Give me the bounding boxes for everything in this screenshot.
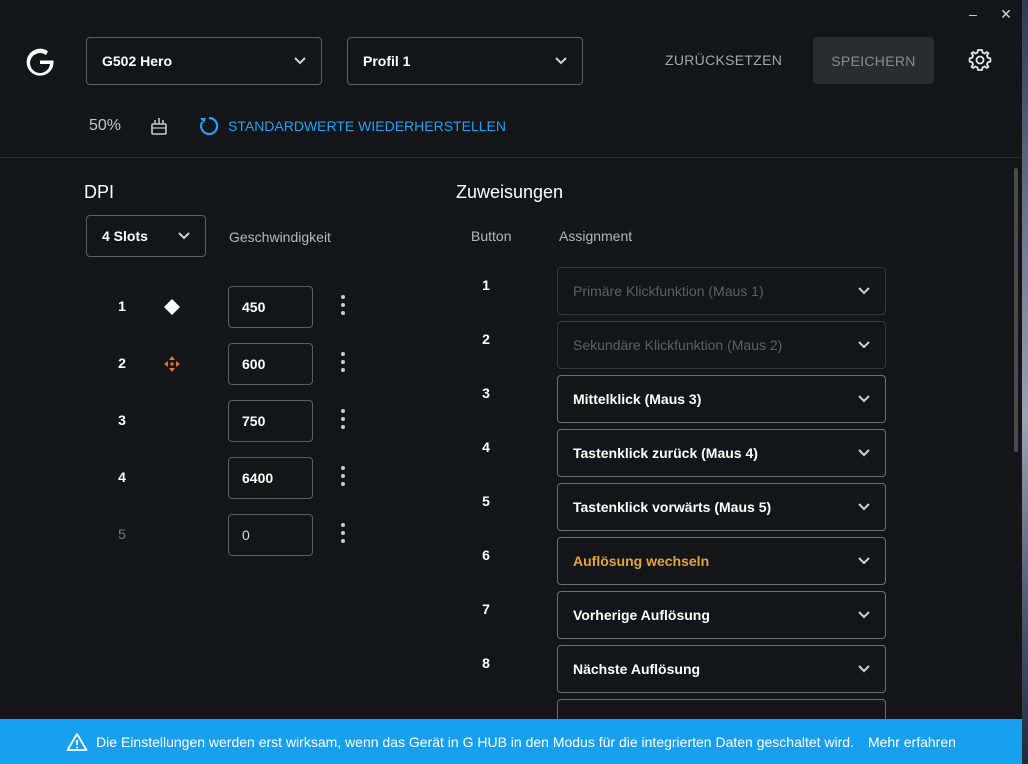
button-number: 4 bbox=[482, 439, 490, 455]
assignment-label: Primäre Klickfunktion (Maus 1) bbox=[573, 283, 764, 299]
ghub-window: – ✕ G502 Hero Profil 1 ZURÜCKSETZEN SPEI… bbox=[0, 0, 1022, 764]
assignment-label: Tastenklick vorwärts (Maus 5) bbox=[573, 499, 772, 515]
assignment-row: 1 Primäre Klickfunktion (Maus 1) bbox=[470, 267, 890, 315]
assignment-label: Sekundäre Klickfunktion (Maus 2) bbox=[573, 337, 783, 353]
assignment-select[interactable]: Sekundäre Klickfunktion (Maus 2) bbox=[557, 321, 886, 369]
learn-more-link[interactable]: Mehr erfahren bbox=[868, 734, 956, 750]
dpi-slot-row: 4 6400 bbox=[0, 457, 400, 499]
dpi-value-input[interactable]: 0 bbox=[228, 514, 313, 556]
more-options-icon[interactable] bbox=[339, 466, 347, 490]
chevron-down-icon bbox=[178, 232, 190, 240]
chevron-down-icon bbox=[858, 341, 870, 349]
assignment-label: Auflösung wechseln bbox=[573, 553, 710, 569]
profile-select-label: Profil 1 bbox=[363, 53, 411, 69]
assignment-label: Vorherige Auflösung bbox=[573, 607, 710, 623]
slot-number: 1 bbox=[118, 298, 126, 314]
save-button[interactable]: SPEICHERN bbox=[813, 37, 934, 84]
onboard-memory-icon[interactable] bbox=[150, 116, 168, 136]
more-options-icon[interactable] bbox=[339, 352, 347, 376]
assignment-select[interactable]: Tastenklick vorwärts (Maus 5) bbox=[557, 483, 886, 531]
chevron-down-icon bbox=[555, 57, 567, 65]
dpi-value-input[interactable]: 6400 bbox=[228, 457, 313, 499]
device-select-label: G502 Hero bbox=[102, 53, 173, 69]
logitech-g-logo-icon bbox=[26, 48, 54, 76]
gear-icon[interactable] bbox=[968, 48, 992, 72]
assignment-row: 4 Tastenklick zurück (Maus 4) bbox=[470, 429, 890, 477]
assignment-select[interactable]: Primäre Klickfunktion (Maus 1) bbox=[557, 267, 886, 315]
slot-count-select[interactable]: 4 Slots bbox=[86, 215, 206, 257]
slot-number: 5 bbox=[118, 526, 126, 542]
button-number: 6 bbox=[482, 547, 490, 563]
chevron-down-icon bbox=[858, 449, 870, 457]
dpi-slot-row: 1 450 bbox=[0, 286, 400, 328]
minimize-button[interactable]: – bbox=[963, 4, 983, 24]
close-button[interactable]: ✕ bbox=[996, 4, 1016, 24]
assignment-row: 7 Vorherige Auflösung bbox=[470, 591, 890, 639]
dpi-value-input[interactable]: 750 bbox=[228, 400, 313, 442]
device-select[interactable]: G502 Hero bbox=[86, 37, 322, 85]
desktop-background-edge bbox=[1022, 0, 1028, 764]
dpi-value-input[interactable]: 600 bbox=[228, 343, 313, 385]
assignment-row: 3 Mittelklick (Maus 3) bbox=[470, 375, 890, 423]
button-number: 1 bbox=[482, 277, 490, 293]
banner-message: Die Einstellungen werden erst wirksam, w… bbox=[96, 733, 854, 750]
info-banner: Die Einstellungen werden erst wirksam, w… bbox=[0, 719, 1022, 764]
slot-number: 3 bbox=[118, 412, 126, 428]
chevron-down-icon bbox=[858, 287, 870, 295]
button-column-header: Button bbox=[471, 228, 512, 244]
slot-count-label: 4 Slots bbox=[102, 228, 148, 244]
dpi-title: DPI bbox=[84, 182, 115, 202]
assignment-select[interactable]: Auflösung wechseln bbox=[557, 537, 886, 585]
assignment-label: Tastenklick zurück (Maus 4) bbox=[573, 445, 758, 461]
button-number: 2 bbox=[482, 331, 490, 347]
chevron-down-icon bbox=[858, 611, 870, 619]
button-number: 7 bbox=[482, 601, 490, 617]
dpi-shift-icon[interactable] bbox=[162, 354, 182, 374]
dpi-slot-row: 3 750 bbox=[0, 400, 400, 442]
button-number: 5 bbox=[482, 493, 490, 509]
restore-defaults-label: STANDARDWERTE WIEDERHERSTELLEN bbox=[228, 118, 506, 134]
more-options-icon[interactable] bbox=[339, 409, 347, 433]
chevron-down-icon bbox=[858, 665, 870, 673]
assignment-row: 5 Tastenklick vorwärts (Maus 5) bbox=[470, 483, 890, 531]
assignment-column-header: Assignment bbox=[559, 228, 633, 244]
diamond-icon[interactable] bbox=[162, 297, 182, 317]
speed-header: Geschwindigkeit bbox=[229, 229, 331, 245]
button-number: 8 bbox=[482, 655, 490, 671]
assignment-row: 6 Auflösung wechseln bbox=[470, 537, 890, 585]
assignment-select[interactable]: Tastenklick zurück (Maus 4) bbox=[557, 429, 886, 477]
assignment-select[interactable]: Nächste Auflösung bbox=[557, 645, 886, 693]
assignment-row: 2 Sekundäre Klickfunktion (Maus 2) bbox=[470, 321, 890, 369]
scrollbar[interactable] bbox=[1014, 168, 1018, 452]
assignments-title: Zuweisungen bbox=[456, 182, 564, 202]
slot-number: 4 bbox=[118, 469, 126, 485]
more-options-icon[interactable] bbox=[339, 523, 347, 547]
battery-level: 50% bbox=[89, 117, 122, 134]
refresh-icon bbox=[200, 116, 219, 136]
chevron-down-icon bbox=[858, 557, 870, 565]
more-options-icon[interactable] bbox=[339, 295, 347, 319]
assignment-label: Nächste Auflösung bbox=[573, 661, 701, 677]
header-divider bbox=[0, 157, 1022, 158]
button-number: 3 bbox=[482, 385, 490, 401]
restore-defaults-button[interactable]: STANDARDWERTE WIEDERHERSTELLEN bbox=[198, 115, 506, 137]
warning-icon bbox=[66, 732, 88, 751]
slot-number: 2 bbox=[118, 355, 126, 371]
assignment-row: 8 Nächste Auflösung bbox=[470, 645, 890, 693]
chevron-down-icon bbox=[858, 395, 870, 403]
profile-select[interactable]: Profil 1 bbox=[347, 37, 583, 85]
dpi-value-input[interactable]: 450 bbox=[228, 286, 313, 328]
dpi-slot-row: 2 600 bbox=[0, 343, 400, 385]
assignment-label: Mittelklick (Maus 3) bbox=[573, 391, 702, 407]
chevron-down-icon bbox=[294, 57, 306, 65]
dpi-slot-row: 5 0 bbox=[0, 514, 400, 556]
reset-button[interactable]: ZURÜCKSETZEN bbox=[665, 52, 782, 68]
chevron-down-icon bbox=[858, 503, 870, 511]
assignment-select[interactable]: Mittelklick (Maus 3) bbox=[557, 375, 886, 423]
assignment-select[interactable]: Vorherige Auflösung bbox=[557, 591, 886, 639]
